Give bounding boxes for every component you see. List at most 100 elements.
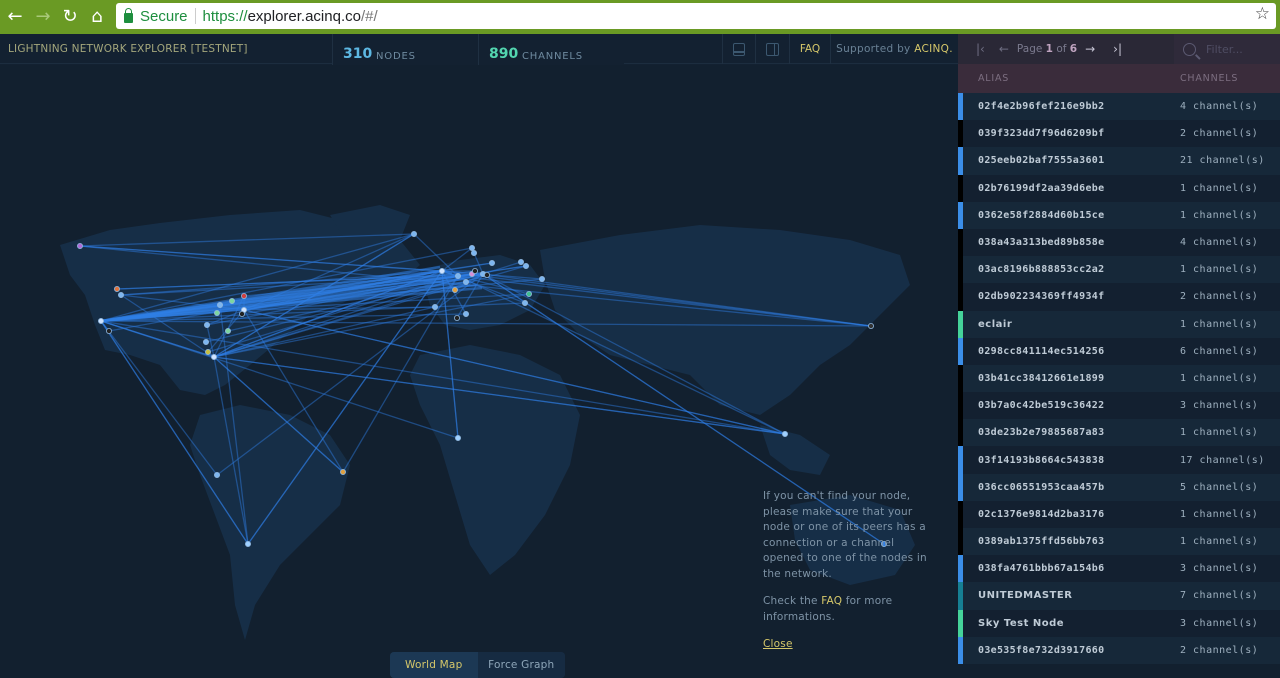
node-point[interactable]: [462, 310, 469, 317]
node-point[interactable]: [782, 430, 789, 437]
node-alias: 03f14193b8664c543838: [978, 454, 1105, 466]
forward-button[interactable]: →: [30, 0, 56, 32]
node-point[interactable]: [244, 540, 251, 547]
table-row[interactable]: 0298cc841114ec514256 6 channel(s): [958, 337, 1280, 365]
node-point[interactable]: [453, 314, 460, 321]
table-row[interactable]: 036cc06551953caa457b 5 channel(s): [958, 473, 1280, 501]
last-page-icon[interactable]: ›|: [1113, 42, 1122, 56]
next-page-icon[interactable]: →: [1085, 42, 1095, 56]
help-faq-line: Check the FAQ for more informations.: [763, 594, 933, 625]
node-point[interactable]: [468, 244, 475, 251]
table-row[interactable]: 03b41cc38412661e1899 1 channel(s): [958, 364, 1280, 393]
node-point[interactable]: [213, 309, 220, 316]
node-point[interactable]: [224, 327, 231, 334]
world-map[interactable]: If you can't find your node, please make…: [0, 65, 958, 678]
arrow-right-icon: →: [35, 5, 51, 27]
node-channel-count: 7 channel(s): [1180, 590, 1259, 602]
node-point[interactable]: [228, 297, 235, 304]
force-graph-tab[interactable]: Force Graph: [477, 652, 565, 678]
node-point[interactable]: [539, 275, 546, 282]
node-point[interactable]: [114, 285, 121, 292]
node-point[interactable]: [526, 290, 533, 297]
node-point[interactable]: [868, 322, 875, 329]
node-point[interactable]: [431, 303, 438, 310]
table-row[interactable]: eclair 1 channel(s): [958, 310, 1280, 338]
node-point[interactable]: [410, 230, 417, 237]
prev-page-icon[interactable]: ←: [999, 42, 1009, 56]
acinq-link[interactable]: ACINQ.: [914, 43, 953, 55]
node-alias: 038a43a313bed89b858e: [978, 237, 1105, 249]
node-point[interactable]: [522, 299, 529, 306]
node-point[interactable]: [238, 310, 245, 317]
node-point[interactable]: [213, 471, 220, 478]
channels-header[interactable]: CHANNELS: [1180, 73, 1238, 84]
node-point[interactable]: [98, 317, 105, 324]
faq-button[interactable]: FAQ: [789, 34, 830, 64]
table-row[interactable]: 03ac8196b888853cc2a2 1 channel(s): [958, 256, 1280, 284]
node-color-strip: [958, 446, 963, 474]
table-row[interactable]: 039f323dd7f96d6209bf 2 channel(s): [958, 120, 1280, 148]
node-point[interactable]: [483, 271, 490, 278]
panel-bottom-icon: [733, 42, 745, 56]
page-indicator: Page 1 of 6: [1017, 43, 1077, 55]
node-point[interactable]: [202, 338, 209, 345]
table-row[interactable]: 025eeb02baf7555a3601 21 channel(s): [958, 147, 1280, 175]
faq-link-inline[interactable]: FAQ: [821, 595, 842, 607]
node-point[interactable]: [454, 272, 461, 279]
node-point[interactable]: [471, 267, 478, 274]
node-point[interactable]: [77, 242, 84, 249]
table-row[interactable]: 038fa4761bbb67a154b6 3 channel(s): [958, 555, 1280, 583]
table-row[interactable]: 0389ab1375ffd56bb763 1 channel(s): [958, 528, 1280, 556]
back-button[interactable]: ←: [2, 0, 28, 32]
node-point[interactable]: [451, 286, 458, 293]
node-point[interactable]: [106, 327, 113, 334]
node-point[interactable]: [204, 348, 211, 355]
table-row[interactable]: 03e535f8e732d3917660 2 channel(s): [958, 636, 1280, 664]
supported-by[interactable]: Supported by ACINQ.: [830, 34, 958, 64]
node-point[interactable]: [523, 262, 530, 269]
node-point[interactable]: [462, 278, 469, 285]
first-page-icon[interactable]: |‹: [976, 42, 985, 56]
world-map-tab[interactable]: World Map: [390, 652, 478, 678]
node-color-strip: [958, 473, 963, 501]
home-button[interactable]: ⌂: [84, 0, 110, 32]
table-row[interactable]: 0362e58f2884d60b15ce 1 channel(s): [958, 201, 1280, 229]
table-row[interactable]: 03f14193b8664c543838 17 channel(s): [958, 446, 1280, 474]
node-point[interactable]: [438, 267, 445, 274]
view-toggle: World Map Force Graph: [390, 652, 565, 678]
node-color-strip: [958, 636, 963, 664]
node-point[interactable]: [470, 249, 477, 256]
node-point[interactable]: [210, 353, 217, 360]
close-link[interactable]: Close: [763, 638, 793, 650]
reload-button[interactable]: ↻: [57, 0, 83, 32]
node-point[interactable]: [240, 292, 247, 299]
alias-header[interactable]: ALIAS: [978, 73, 1009, 84]
table-row[interactable]: 02b76199df2aa39d6ebe 1 channel(s): [958, 174, 1280, 202]
node-point[interactable]: [216, 301, 223, 308]
layout-side-button[interactable]: [755, 34, 789, 64]
star-icon[interactable]: ☆: [1255, 4, 1270, 24]
node-channel-count: 1 channel(s): [1180, 318, 1259, 330]
node-point[interactable]: [339, 468, 346, 475]
node-color-strip: [958, 419, 963, 447]
table-row[interactable]: 038a43a313bed89b858e 4 channel(s): [958, 228, 1280, 257]
filter-input[interactable]: [1206, 42, 1276, 56]
table-row[interactable]: 03b7a0c42be519c36422 3 channel(s): [958, 392, 1280, 420]
node-point[interactable]: [118, 291, 125, 298]
node-point[interactable]: [518, 258, 525, 265]
node-point[interactable]: [488, 259, 495, 266]
address-bar[interactable]: Secure https://explorer.acinq.co/#/ ☆: [116, 3, 1276, 29]
table-row[interactable]: 02c1376e9814d2ba3176 1 channel(s): [958, 500, 1280, 528]
node-point[interactable]: [454, 434, 461, 441]
node-alias: 02db902234369ff4934f: [978, 291, 1105, 303]
node-color-strip: [958, 93, 963, 121]
table-row[interactable]: UNITEDMASTER 7 channel(s): [958, 582, 1280, 610]
node-channel-count: 5 channel(s): [1180, 481, 1259, 493]
table-row[interactable]: 03de23b2e79885687a83 1 channel(s): [958, 419, 1280, 447]
node-point[interactable]: [203, 321, 210, 328]
table-row[interactable]: 02f4e2b96fef216e9bb2 4 channel(s): [958, 93, 1280, 121]
layout-bottom-button[interactable]: [722, 34, 755, 64]
secure-label: Secure: [140, 7, 188, 25]
table-row[interactable]: 02db902234369ff4934f 2 channel(s): [958, 283, 1280, 311]
table-row[interactable]: Sky Test Node 3 channel(s): [958, 609, 1280, 637]
